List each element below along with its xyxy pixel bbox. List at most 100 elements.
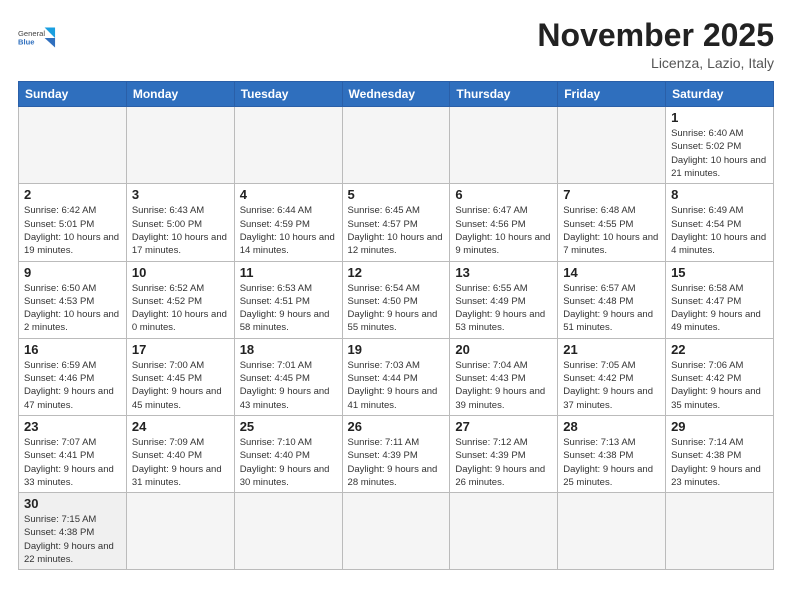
cell-sun-info: Sunrise: 6:50 AM Sunset: 4:53 PM Dayligh…	[24, 282, 121, 335]
cell-sun-info: Sunrise: 6:43 AM Sunset: 5:00 PM Dayligh…	[132, 204, 229, 257]
cell-day-number: 7	[563, 187, 660, 202]
cell-day-number: 10	[132, 265, 229, 280]
title-block: November 2025 Licenza, Lazio, Italy	[537, 18, 774, 71]
cell-sun-info: Sunrise: 6:47 AM Sunset: 4:56 PM Dayligh…	[455, 204, 552, 257]
table-row	[19, 107, 127, 184]
cell-sun-info: Sunrise: 6:48 AM Sunset: 4:55 PM Dayligh…	[563, 204, 660, 257]
cell-day-number: 26	[348, 419, 445, 434]
cell-sun-info: Sunrise: 7:01 AM Sunset: 4:45 PM Dayligh…	[240, 359, 337, 412]
table-row	[342, 493, 450, 570]
table-row: 6 Sunrise: 6:47 AM Sunset: 4:56 PM Daylig…	[450, 184, 558, 261]
cell-day-number: 25	[240, 419, 337, 434]
calendar-week-row: 9 Sunrise: 6:50 AM Sunset: 4:53 PM Daylig…	[19, 261, 774, 338]
table-row: 4 Sunrise: 6:44 AM Sunset: 4:59 PM Daylig…	[234, 184, 342, 261]
cell-day-number: 23	[24, 419, 121, 434]
cell-sun-info: Sunrise: 7:15 AM Sunset: 4:38 PM Dayligh…	[24, 513, 121, 566]
col-saturday: Saturday	[666, 82, 774, 107]
table-row: 20 Sunrise: 7:04 AM Sunset: 4:43 PM Dayli…	[450, 338, 558, 415]
cell-day-number: 24	[132, 419, 229, 434]
col-friday: Friday	[558, 82, 666, 107]
table-row: 12Sunrise: 6:54 AM Sunset: 4:50 PM Dayli…	[342, 261, 450, 338]
cell-day-number: 2	[24, 187, 121, 202]
cell-sun-info: Sunrise: 7:12 AM Sunset: 4:39 PM Dayligh…	[455, 436, 552, 489]
cell-day-number: 6	[455, 187, 552, 202]
cell-day-number: 17	[132, 342, 229, 357]
cell-day-number: 30	[24, 496, 121, 511]
calendar-week-row: 30 Sunrise: 7:15 AM Sunset: 4:38 PM Dayli…	[19, 493, 774, 570]
logo: GeneralBlue	[18, 18, 56, 56]
table-row: 15Sunrise: 6:58 AM Sunset: 4:47 PM Dayli…	[666, 261, 774, 338]
table-row	[126, 107, 234, 184]
cell-day-number: 18	[240, 342, 337, 357]
table-row: 14Sunrise: 6:57 AM Sunset: 4:48 PM Dayli…	[558, 261, 666, 338]
svg-text:General: General	[18, 29, 45, 38]
calendar-week-row: 1 Sunrise: 6:40 AM Sunset: 5:02 PM Daylig…	[19, 107, 774, 184]
cell-day-number: 4	[240, 187, 337, 202]
cell-sun-info: Sunrise: 7:14 AM Sunset: 4:38 PM Dayligh…	[671, 436, 768, 489]
cell-sun-info: Sunrise: 6:54 AM Sunset: 4:50 PM Dayligh…	[348, 282, 445, 335]
cell-day-number: 8	[671, 187, 768, 202]
cell-day-number: 1	[671, 110, 768, 125]
col-monday: Monday	[126, 82, 234, 107]
generalblue-logo-icon: GeneralBlue	[18, 18, 56, 56]
calendar-table: Sunday Monday Tuesday Wednesday Thursday…	[18, 81, 774, 570]
location-subtitle: Licenza, Lazio, Italy	[537, 55, 774, 71]
table-row: 10Sunrise: 6:52 AM Sunset: 4:52 PM Dayli…	[126, 261, 234, 338]
table-row: 16 Sunrise: 6:59 AM Sunset: 4:46 PM Dayli…	[19, 338, 127, 415]
table-row: 11Sunrise: 6:53 AM Sunset: 4:51 PM Dayli…	[234, 261, 342, 338]
table-row	[342, 107, 450, 184]
table-row: 1 Sunrise: 6:40 AM Sunset: 5:02 PM Daylig…	[666, 107, 774, 184]
table-row: 17 Sunrise: 7:00 AM Sunset: 4:45 PM Dayli…	[126, 338, 234, 415]
cell-day-number: 16	[24, 342, 121, 357]
table-row	[234, 493, 342, 570]
table-row: 2 Sunrise: 6:42 AM Sunset: 5:01 PM Daylig…	[19, 184, 127, 261]
cell-sun-info: Sunrise: 6:42 AM Sunset: 5:01 PM Dayligh…	[24, 204, 121, 257]
cell-sun-info: Sunrise: 6:59 AM Sunset: 4:46 PM Dayligh…	[24, 359, 121, 412]
table-row: 22Sunrise: 7:06 AM Sunset: 4:42 PM Dayli…	[666, 338, 774, 415]
cell-day-number: 20	[455, 342, 552, 357]
table-row: 28 Sunrise: 7:13 AM Sunset: 4:38 PM Dayli…	[558, 415, 666, 492]
table-row: 5Sunrise: 6:45 AM Sunset: 4:57 PM Daylig…	[342, 184, 450, 261]
cell-day-number: 22	[671, 342, 768, 357]
table-row	[558, 107, 666, 184]
cell-sun-info: Sunrise: 7:03 AM Sunset: 4:44 PM Dayligh…	[348, 359, 445, 412]
table-row: 7 Sunrise: 6:48 AM Sunset: 4:55 PM Daylig…	[558, 184, 666, 261]
calendar-header-row: Sunday Monday Tuesday Wednesday Thursday…	[19, 82, 774, 107]
table-row	[450, 493, 558, 570]
cell-sun-info: Sunrise: 7:05 AM Sunset: 4:42 PM Dayligh…	[563, 359, 660, 412]
cell-sun-info: Sunrise: 7:07 AM Sunset: 4:41 PM Dayligh…	[24, 436, 121, 489]
calendar-week-row: 2 Sunrise: 6:42 AM Sunset: 5:01 PM Daylig…	[19, 184, 774, 261]
cell-day-number: 9	[24, 265, 121, 280]
month-title: November 2025	[537, 18, 774, 53]
cell-day-number: 28	[563, 419, 660, 434]
cell-sun-info: Sunrise: 7:09 AM Sunset: 4:40 PM Dayligh…	[132, 436, 229, 489]
table-row: 21 Sunrise: 7:05 AM Sunset: 4:42 PM Dayli…	[558, 338, 666, 415]
cell-day-number: 29	[671, 419, 768, 434]
table-row: 25Sunrise: 7:10 AM Sunset: 4:40 PM Dayli…	[234, 415, 342, 492]
page: GeneralBlue November 2025 Licenza, Lazio…	[0, 0, 792, 612]
table-row	[126, 493, 234, 570]
table-row: 19Sunrise: 7:03 AM Sunset: 4:44 PM Dayli…	[342, 338, 450, 415]
cell-sun-info: Sunrise: 7:13 AM Sunset: 4:38 PM Dayligh…	[563, 436, 660, 489]
calendar-week-row: 16 Sunrise: 6:59 AM Sunset: 4:46 PM Dayli…	[19, 338, 774, 415]
cell-day-number: 11	[240, 265, 337, 280]
header: GeneralBlue November 2025 Licenza, Lazio…	[18, 18, 774, 71]
calendar-week-row: 23 Sunrise: 7:07 AM Sunset: 4:41 PM Dayli…	[19, 415, 774, 492]
col-sunday: Sunday	[19, 82, 127, 107]
cell-sun-info: Sunrise: 6:40 AM Sunset: 5:02 PM Dayligh…	[671, 127, 768, 180]
table-row	[558, 493, 666, 570]
cell-day-number: 21	[563, 342, 660, 357]
table-row: 13Sunrise: 6:55 AM Sunset: 4:49 PM Dayli…	[450, 261, 558, 338]
table-row: 8Sunrise: 6:49 AM Sunset: 4:54 PM Daylig…	[666, 184, 774, 261]
cell-sun-info: Sunrise: 7:04 AM Sunset: 4:43 PM Dayligh…	[455, 359, 552, 412]
cell-sun-info: Sunrise: 6:44 AM Sunset: 4:59 PM Dayligh…	[240, 204, 337, 257]
cell-sun-info: Sunrise: 7:00 AM Sunset: 4:45 PM Dayligh…	[132, 359, 229, 412]
table-row	[450, 107, 558, 184]
table-row: 24 Sunrise: 7:09 AM Sunset: 4:40 PM Dayli…	[126, 415, 234, 492]
col-tuesday: Tuesday	[234, 82, 342, 107]
cell-day-number: 14	[563, 265, 660, 280]
cell-day-number: 13	[455, 265, 552, 280]
table-row: 26Sunrise: 7:11 AM Sunset: 4:39 PM Dayli…	[342, 415, 450, 492]
cell-sun-info: Sunrise: 6:58 AM Sunset: 4:47 PM Dayligh…	[671, 282, 768, 335]
col-thursday: Thursday	[450, 82, 558, 107]
